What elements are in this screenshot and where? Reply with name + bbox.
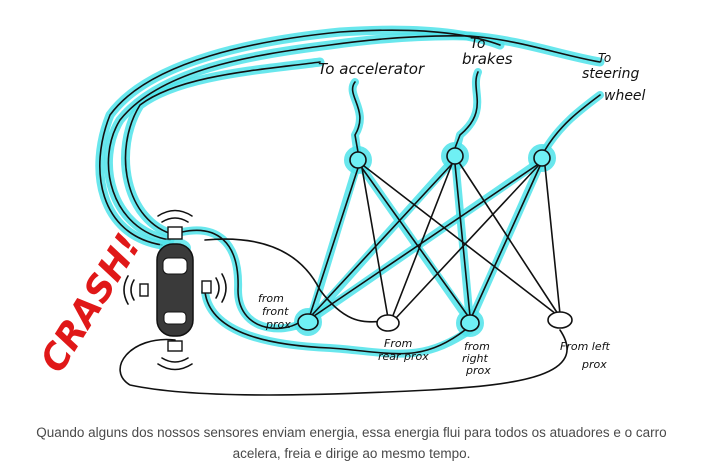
crash-text: CRASH! bbox=[33, 227, 150, 380]
wheel-label: wheel bbox=[604, 88, 646, 104]
right-sensor-box bbox=[201, 280, 212, 294]
rear-prox-node bbox=[376, 314, 400, 332]
front-sensor-box bbox=[167, 226, 183, 240]
rear-prox-label-2: rear prox bbox=[378, 350, 429, 363]
brakes-label: brakes bbox=[462, 50, 513, 68]
front-prox-label-2: front bbox=[262, 305, 289, 318]
rear-sensor-box bbox=[167, 340, 183, 352]
car-windshield bbox=[162, 257, 188, 275]
left-prox-label-1: From left bbox=[560, 340, 610, 353]
right-prox-node bbox=[460, 314, 480, 332]
front-prox-label-3: prox bbox=[265, 318, 291, 331]
rear-prox-label-1: From bbox=[384, 337, 412, 350]
steering-node bbox=[533, 149, 551, 167]
accelerator-label: To accelerator bbox=[318, 60, 425, 78]
sensor-actuator-diagram: CRASH! To accelerator To brakes To steer… bbox=[33, 25, 646, 396]
figure-caption: Quando alguns dos nossos sensores enviam… bbox=[36, 425, 667, 461]
car-rear-window bbox=[163, 311, 187, 325]
crash-label: CRASH! bbox=[33, 227, 150, 380]
front-prox-label-1: from bbox=[258, 292, 284, 305]
steering-label: steering bbox=[582, 66, 640, 82]
steering-to-label: To bbox=[598, 51, 611, 65]
sensor-nodes bbox=[297, 311, 573, 332]
front-prox-node bbox=[297, 313, 319, 331]
right-prox-label-3: prox bbox=[465, 364, 491, 377]
left-prox-node bbox=[547, 311, 573, 329]
accelerator-node bbox=[349, 151, 367, 169]
brakes-node bbox=[446, 147, 464, 165]
left-prox-label-2: prox bbox=[581, 358, 607, 371]
left-sensor-box bbox=[139, 283, 149, 297]
